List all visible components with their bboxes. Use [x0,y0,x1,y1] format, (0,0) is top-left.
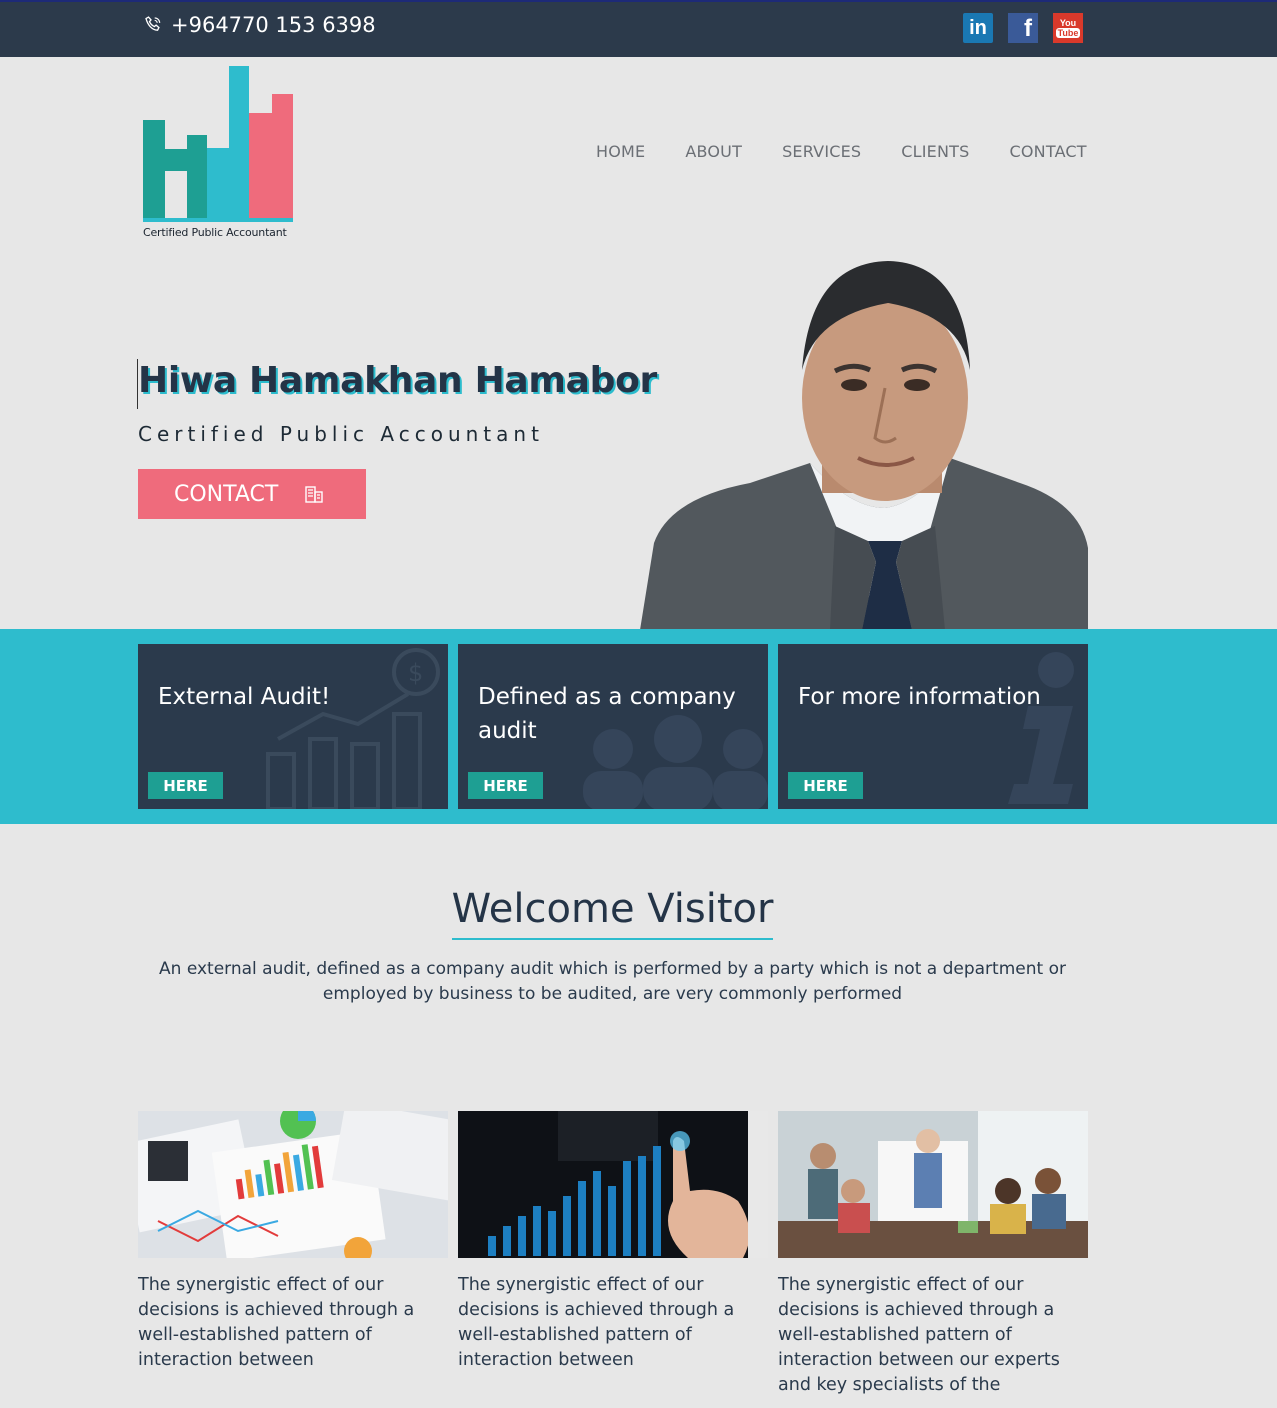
welcome-section: Welcome Visitor [0,886,1225,940]
hero-contact-label: CONTACT [174,481,279,507]
building-icon [305,486,324,503]
nav-clients[interactable]: CLIENTS [901,142,969,161]
welcome-intro: An external audit, defined as a company … [159,959,1066,1004]
youtube-icon[interactable]: You Tube [1053,13,1083,43]
facebook-icon[interactable]: f [1008,13,1038,43]
card-title: For more information [798,684,1041,710]
card-title: Defined as a company audit [478,684,736,744]
card-title: External Audit! [158,684,331,710]
column-text: The synergistic effect of our decisions … [138,1275,415,1370]
welcome-heading: Welcome Visitor [451,886,774,940]
column-text: The synergistic effect of our decisions … [778,1275,1060,1395]
phone-contact[interactable]: +964770 153 6398 [143,13,376,37]
logo-caption: Certified Public Accountant [143,226,287,239]
growth-chart-icon: $ [266,648,440,809]
nav-home[interactable]: HOME [596,142,645,161]
feature-card-information[interactable]: For more information HERE [778,644,1088,809]
financial-charts-photo [138,1111,448,1258]
accountant-portrait [640,261,1088,630]
card-here-button[interactable]: HERE [468,772,543,799]
site-logo[interactable]: Certified Public Accountant [142,66,294,242]
nav-contact[interactable]: CONTACT [1010,142,1087,161]
linkedin-icon[interactable]: in [963,13,993,43]
hero-contact-button[interactable]: CONTACT [138,469,366,519]
card-here-button[interactable]: HERE [148,772,223,799]
social-links: in f You Tube [963,13,1083,43]
top-bar: +964770 153 6398 in f You Tube [0,0,1277,57]
hero-subtitle: Certified Public Accountant [138,422,544,446]
nav-about[interactable]: ABOUT [685,142,742,161]
feature-card-audit[interactable]: $ External Audit! HERE [138,644,448,809]
touch-growth-chart-photo [458,1111,768,1258]
info-icon [1008,652,1074,804]
team-meeting-photo [778,1111,1088,1258]
phone-number: +964770 153 6398 [171,13,376,37]
column-text: The synergistic effect of our decisions … [458,1275,735,1370]
nav-services[interactable]: SERVICES [782,142,861,161]
card-here-button[interactable]: HERE [788,772,863,799]
phone-icon [145,16,161,31]
hero-name: Hiwa Hamakhan Hamabor [138,360,657,401]
feature-card-company-audit[interactable]: Defined as a company audit HERE [458,644,768,809]
main-nav: HOME ABOUT SERVICES CLIENTS CONTACT [596,142,1087,161]
